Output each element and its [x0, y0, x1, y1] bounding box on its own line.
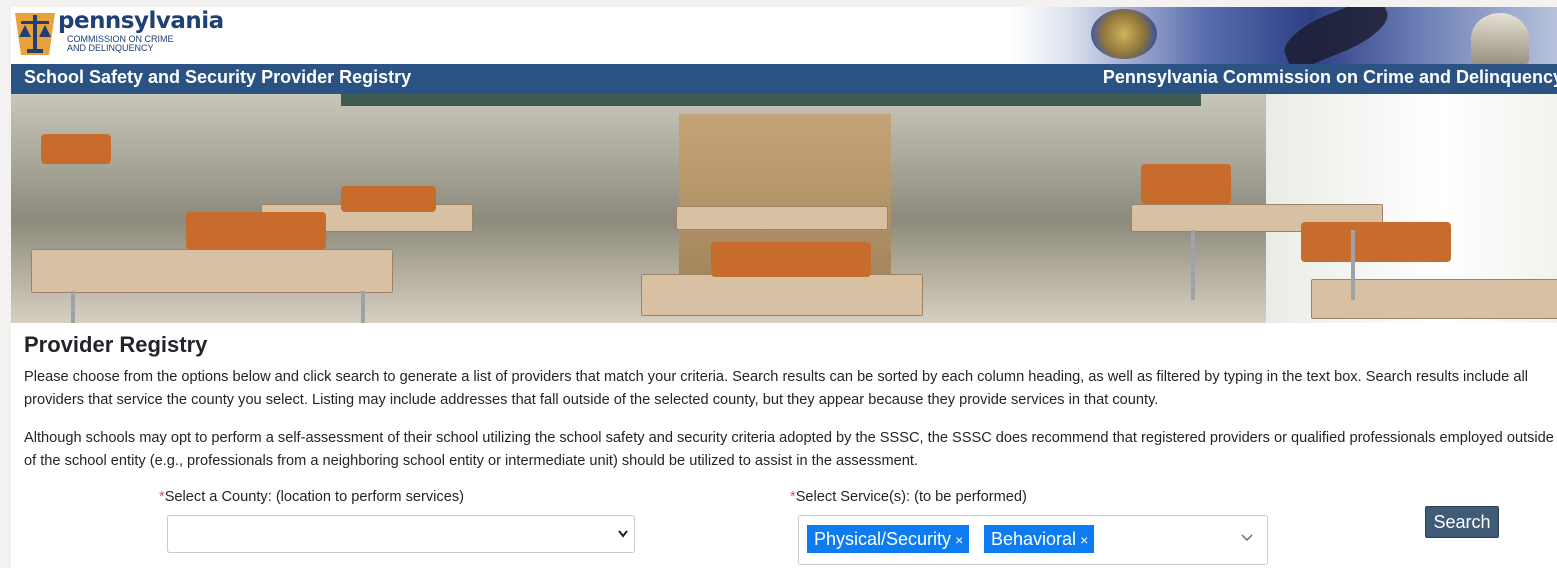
service-tag[interactable]: Physical/Security × — [807, 525, 970, 553]
search-button[interactable]: Search — [1425, 506, 1499, 538]
county-label: *Select a County: (location to perform s… — [159, 489, 464, 505]
pa-logo[interactable]: pennsylvania COMMISSION ON CRIME AND DEL… — [13, 8, 233, 63]
logo-wordmark: pennsylvania — [58, 8, 224, 34]
brand-header: pennsylvania COMMISSION ON CRIME AND DEL… — [11, 7, 1557, 73]
site-title[interactable]: School Safety and Security Provider Regi… — [24, 67, 411, 88]
chevron-down-icon[interactable] — [1241, 530, 1253, 545]
chair-graphic — [1141, 164, 1231, 204]
header-banner-image — [1011, 7, 1557, 73]
capitol-dome-graphic — [1471, 13, 1529, 64]
desk-leg-graphic — [361, 291, 365, 323]
service-multiselect[interactable]: Physical/Security × Behavioral × — [798, 515, 1268, 565]
banner-graphic — [1277, 7, 1395, 73]
page-shell: pennsylvania COMMISSION ON CRIME AND DEL… — [11, 7, 1557, 568]
close-icon[interactable]: × — [1080, 532, 1094, 548]
county-label-text: Select a County: (location to perform se… — [164, 489, 464, 505]
page-heading: Provider Registry — [24, 332, 208, 357]
chalkboard-graphic — [341, 94, 1201, 106]
desk-leg-graphic — [71, 291, 75, 323]
county-select[interactable] — [167, 515, 635, 553]
page: pennsylvania COMMISSION ON CRIME AND DEL… — [0, 0, 1557, 568]
state-seal-graphic — [1091, 9, 1157, 59]
service-label-text: Select Service(s): (to be performed) — [795, 489, 1027, 505]
service-tag[interactable]: Behavioral × — [984, 525, 1095, 553]
agency-title[interactable]: Pennsylvania Commission on Crime and Del… — [1103, 67, 1557, 88]
chair-graphic — [341, 186, 436, 212]
chair-graphic — [41, 134, 111, 164]
service-tag-label: Behavioral — [991, 529, 1077, 549]
chair-graphic — [186, 212, 326, 250]
service-label: *Select Service(s): (to be performed) — [790, 489, 1027, 505]
desk-graphic — [31, 249, 393, 293]
hero-image — [11, 94, 1557, 323]
desk-leg-graphic — [1191, 230, 1195, 300]
instructions-paragraph: Please choose from the options below and… — [24, 369, 1528, 408]
desk-graphic — [1311, 279, 1557, 319]
chair-graphic — [711, 242, 871, 277]
close-icon[interactable]: × — [955, 532, 969, 548]
chair-graphic — [1301, 222, 1451, 262]
desk-graphic — [676, 206, 888, 230]
title-bar: School Safety and Security Provider Regi… — [11, 64, 1557, 94]
chevron-down-icon — [618, 527, 628, 541]
keystone-scales-icon — [15, 13, 55, 55]
logo-subtitle: COMMISSION ON CRIME AND DELINQUENCY — [67, 34, 174, 53]
service-tag-label: Physical/Security — [814, 529, 952, 549]
assessment-note-paragraph: Although schools may opt to perform a se… — [24, 430, 1554, 469]
desk-leg-graphic — [1351, 230, 1355, 300]
desk-graphic — [641, 274, 923, 316]
